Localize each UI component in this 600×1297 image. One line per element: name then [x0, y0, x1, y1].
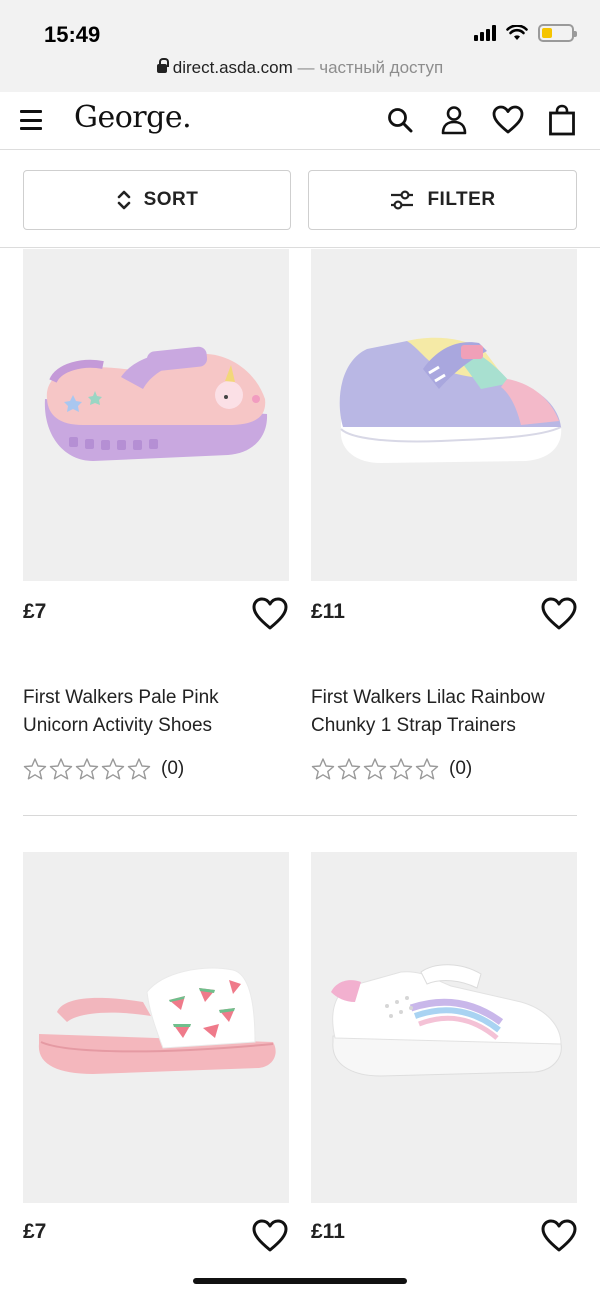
- product-image-white-trainer[interactable]: [311, 852, 577, 1203]
- product-price: £11: [311, 600, 345, 623]
- product-image-watermelon-slider[interactable]: [23, 852, 289, 1203]
- sort-label: SORT: [143, 189, 199, 210]
- product-card[interactable]: £7 First Walkers Pale Pink Unicorn Activ…: [23, 249, 289, 809]
- review-count: (0): [449, 758, 473, 779]
- product-price: £7: [23, 600, 47, 623]
- wifi-icon: [506, 25, 528, 40]
- product-name[interactable]: First Walkers Pale Pink Unicorn Activity…: [23, 684, 293, 740]
- product-name[interactable]: First Walkers Lilac Rainbow Chunky 1 Str…: [311, 684, 581, 740]
- sort-arrows-icon: [117, 190, 130, 210]
- status-bar: 15:49 direct.asda.com — частный доступ: [0, 0, 600, 92]
- product-image-lilac-rainbow-trainer[interactable]: [311, 249, 577, 581]
- product-rating: (0): [311, 757, 472, 781]
- url-text: direct.asda.com: [172, 58, 293, 77]
- product-rating: (0): [23, 757, 184, 781]
- status-icons: [474, 24, 577, 42]
- private-access-label: частный доступ: [319, 58, 444, 77]
- star-rating-icon: [311, 758, 439, 780]
- product-card[interactable]: £11 First Walkers Lilac Rainbow Chunky 1…: [311, 249, 577, 809]
- product-name-line-2: Chunky 1 Strap Trainers: [311, 715, 516, 736]
- sort-filter-bar: SORT FILTER: [0, 152, 600, 248]
- filter-sliders-icon: [391, 190, 414, 210]
- george-logo[interactable]: George.: [74, 100, 192, 135]
- url-bar[interactable]: direct.asda.com — частный доступ: [0, 58, 600, 78]
- sort-button[interactable]: SORT: [23, 170, 291, 230]
- menu-icon[interactable]: [20, 110, 42, 130]
- header-actions: [384, 104, 578, 136]
- lock-icon: [156, 58, 169, 73]
- product-card[interactable]: £7: [23, 852, 289, 1252]
- product-price: £7: [23, 1220, 47, 1243]
- account-icon[interactable]: [438, 104, 470, 136]
- product-name-line-1: First Walkers Pale Pink: [23, 687, 219, 708]
- filter-label: FILTER: [427, 189, 496, 210]
- filter-button[interactable]: FILTER: [308, 170, 577, 230]
- status-time: 15:49: [44, 22, 101, 47]
- site-header: George.: [0, 92, 600, 150]
- add-to-wishlist-heart-icon[interactable]: [541, 597, 577, 631]
- product-image-pink-unicorn-shoe[interactable]: [23, 249, 289, 581]
- product-card[interactable]: £11: [311, 852, 577, 1252]
- wishlist-heart-icon[interactable]: [492, 104, 524, 136]
- battery-icon: [538, 24, 577, 42]
- add-to-wishlist-heart-icon[interactable]: [541, 1219, 577, 1253]
- product-name-line-1: First Walkers Lilac Rainbow: [311, 687, 545, 708]
- row-divider: [23, 815, 577, 816]
- add-to-wishlist-heart-icon[interactable]: [252, 1219, 288, 1253]
- basket-icon[interactable]: [546, 104, 578, 136]
- cellular-signal-icon: [474, 25, 496, 41]
- star-rating-icon: [23, 758, 151, 780]
- product-price: £11: [311, 1220, 345, 1243]
- search-icon[interactable]: [384, 104, 416, 136]
- url-separator: —: [292, 58, 320, 77]
- home-indicator[interactable]: [193, 1278, 407, 1284]
- add-to-wishlist-heart-icon[interactable]: [252, 597, 288, 631]
- product-name-line-2: Unicorn Activity Shoes: [23, 715, 213, 736]
- review-count: (0): [161, 758, 185, 779]
